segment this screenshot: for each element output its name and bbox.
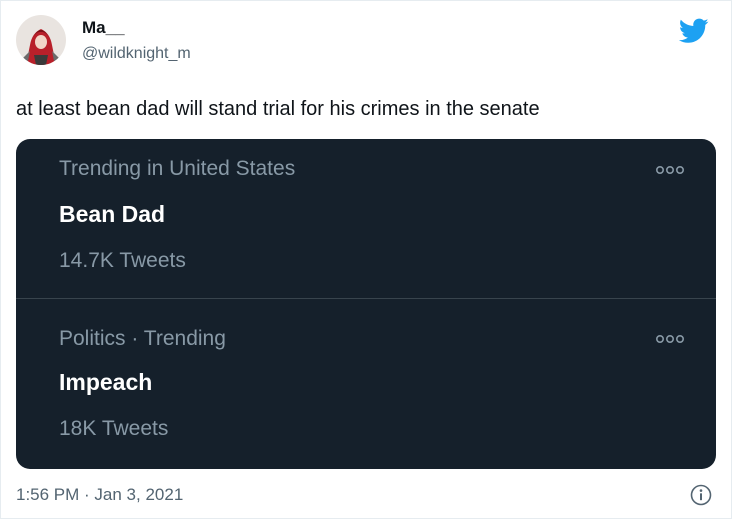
trend-context: Politics · Trending <box>59 327 226 350</box>
trend-context: Trending in United States <box>59 157 296 180</box>
twitter-bird-icon[interactable] <box>679 18 709 44</box>
avatar[interactable] <box>16 15 66 65</box>
user-handle[interactable]: @wildknight_m <box>82 44 191 64</box>
tweet-timestamp[interactable]: 1:56 PM · Jan 3, 2021 <box>16 484 183 506</box>
trend-item[interactable]: Politics · Trending Impeach 18K Tweets <box>16 299 716 469</box>
more-options-icon[interactable] <box>654 332 686 346</box>
more-options-icon[interactable] <box>654 163 686 177</box>
trend-item[interactable]: Trending in United States Bean Dad 14.7K… <box>16 139 716 299</box>
info-icon[interactable] <box>690 484 712 506</box>
trend-title: Bean Dad <box>59 201 166 227</box>
trending-card[interactable]: Trending in United States Bean Dad 14.7K… <box>16 139 716 469</box>
trend-tweet-count: 14.7K Tweets <box>59 249 186 272</box>
avatar-image <box>16 15 66 65</box>
trend-title: Impeach <box>59 369 153 395</box>
tweet-text: at least bean dad will stand trial for h… <box>16 98 540 120</box>
trend-tweet-count: 18K Tweets <box>59 417 169 440</box>
display-name[interactable]: Ma__ <box>82 17 125 39</box>
tweet-embed: Ma__ @wildknight_m at least bean dad wil… <box>0 0 732 519</box>
